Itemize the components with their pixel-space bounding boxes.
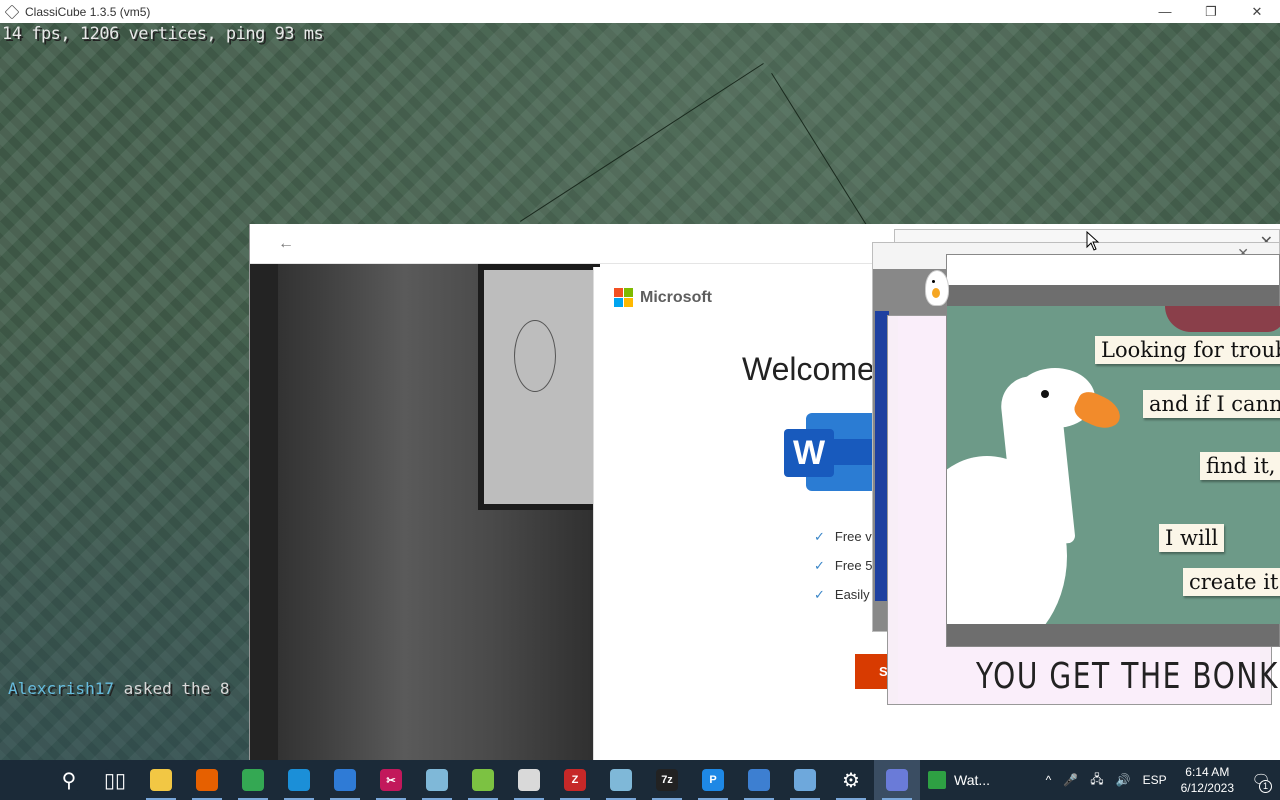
- debug-stats-text: 14 fps, 1206 vertices, ping 93 ms: [2, 24, 324, 44]
- welcome-heading: Welcome: [742, 351, 875, 387]
- 7zip-taskbar-button[interactable]: 7z: [644, 760, 690, 800]
- input-language[interactable]: ESP: [1143, 773, 1167, 787]
- start-button[interactable]: [0, 760, 46, 800]
- firefox-icon: [196, 769, 218, 791]
- microsoft-logo-icon: [614, 288, 634, 308]
- remote-desktop-icon: [748, 769, 770, 791]
- watch-app-icon: [928, 771, 946, 789]
- edge-taskbar-button[interactable]: [276, 760, 322, 800]
- chrome-taskbar-button[interactable]: [230, 760, 276, 800]
- back-arrow-icon[interactable]: ←: [278, 235, 294, 253]
- desktop-goose: [923, 268, 949, 308]
- firefox-taskbar-button[interactable]: [184, 760, 230, 800]
- classicube-icon: [518, 769, 540, 791]
- notepadpp-taskbar-button[interactable]: [460, 760, 506, 800]
- windows-logo-icon: [13, 770, 33, 790]
- pandora-taskbar-button[interactable]: P: [690, 760, 736, 800]
- snipping-tool-icon: ✂: [380, 769, 402, 791]
- classicube-taskbar-button[interactable]: [506, 760, 552, 800]
- chat-line: Alexcrish17 asked the 8: [8, 679, 230, 698]
- snipping-tool-taskbar-button[interactable]: ✂: [368, 760, 414, 800]
- office-hero-photo: [250, 264, 600, 760]
- feature-item: ✓ Free 5: [814, 558, 873, 573]
- chrome-icon: [242, 769, 264, 791]
- close-button[interactable]: ✕: [1234, 0, 1280, 23]
- goose-meme-window[interactable]: Looking for troub and if I canno find it…: [946, 254, 1280, 647]
- microphone-icon[interactable]: 🎤: [1063, 773, 1078, 787]
- clock[interactable]: 6:14 AM 6/12/2023: [1181, 764, 1234, 796]
- window-title: ClassiCube 1.3.5 (vm5): [25, 4, 151, 19]
- task-view-taskbar-button[interactable]: ▯▯: [92, 760, 138, 800]
- meme-note: Looking for troub: [1095, 336, 1280, 364]
- filezilla-taskbar-button[interactable]: Z: [552, 760, 598, 800]
- system-tray: ^ 🎤 🖧 🔊 ESP 6:14 AM 6/12/2023 🗨 1: [1040, 760, 1280, 800]
- window-title-bar: ClassiCube 1.3.5 (vm5) — ❐ ✕: [0, 0, 1280, 23]
- photo-doorframe: [250, 264, 278, 760]
- search-icon: ⚲: [58, 769, 80, 792]
- show-hidden-icons-chevron-icon[interactable]: ^: [1046, 773, 1052, 787]
- goose-meme-image: Looking for troub and if I canno find it…: [947, 306, 1280, 624]
- goose-app-taskbar-button[interactable]: [874, 760, 920, 800]
- settings-taskbar-button[interactable]: ⚙: [828, 760, 874, 800]
- photo-picture-frame: [478, 264, 600, 510]
- notification-count-badge: 1: [1259, 780, 1272, 793]
- file-explorer-icon: [150, 769, 172, 791]
- app-cube-taskbar-button[interactable]: [414, 760, 460, 800]
- window-controls: — ❐ ✕: [1142, 0, 1280, 23]
- bonk-caption: YOU GET THE BONK: [976, 656, 1279, 697]
- meme-note: I will: [1159, 524, 1225, 552]
- check-icon: ✓: [814, 558, 825, 573]
- check-icon: ✓: [814, 529, 825, 544]
- goose-app-icon: [886, 769, 908, 791]
- microsoft-logo: Microsoft: [614, 288, 712, 308]
- word-letter: W: [784, 429, 834, 477]
- settings-icon: ⚙: [840, 769, 862, 792]
- meme-note: and if I canno: [1143, 390, 1280, 418]
- watch-app-label: Wat...: [954, 772, 991, 788]
- notepadpp-icon: [472, 769, 494, 791]
- edge-icon: [288, 769, 310, 791]
- chat-player-name: Alexcrish17: [8, 679, 114, 698]
- meme-note: find it,: [1200, 452, 1280, 480]
- check-icon: ✓: [814, 587, 825, 602]
- feature-item: ✓ Free ve: [814, 529, 879, 544]
- app-window-icon: [794, 769, 816, 791]
- app-glass-taskbar-button[interactable]: [598, 760, 644, 800]
- file-explorer-taskbar-button[interactable]: [138, 760, 184, 800]
- taskbar-app-watch[interactable]: Wat...: [920, 760, 998, 800]
- network-icon[interactable]: 🖧: [1090, 770, 1103, 791]
- mouse-pointer-icon: [1086, 231, 1100, 251]
- clock-date: 6/12/2023: [1180, 781, 1234, 795]
- store-taskbar-button[interactable]: [322, 760, 368, 800]
- search-taskbar-button[interactable]: ⚲: [46, 760, 92, 800]
- volume-icon[interactable]: 🔊: [1116, 773, 1131, 787]
- microsoft-brand-text: Microsoft: [640, 289, 712, 306]
- app-window-taskbar-button[interactable]: [782, 760, 828, 800]
- classicube-app-icon: [4, 4, 20, 19]
- chat-message: asked the 8: [113, 679, 230, 698]
- pandora-icon: P: [702, 769, 724, 791]
- remote-desktop-taskbar-button[interactable]: [736, 760, 782, 800]
- store-icon: [334, 769, 356, 791]
- clock-time: 6:14 AM: [1185, 765, 1230, 779]
- taskbar-pinned-apps: ⚲ ▯▯ ✂ Z 7z P ⚙: [46, 760, 920, 800]
- app-glass-icon: [610, 769, 632, 791]
- app-cube-icon: [426, 769, 448, 791]
- feature-item: ✓ Easily s: [814, 587, 880, 602]
- 7zip-icon: 7z: [656, 769, 678, 791]
- filezilla-icon: Z: [564, 769, 586, 791]
- task-view-icon: ▯▯: [104, 769, 127, 792]
- meme-note: create it.: [1183, 568, 1280, 596]
- word-icon: W: [784, 411, 886, 493]
- minimize-button[interactable]: —: [1142, 0, 1188, 23]
- notification-center-button[interactable]: 🗨 1: [1242, 760, 1280, 800]
- maximize-button[interactable]: ❐: [1188, 0, 1234, 23]
- taskbar: ⚲ ▯▯ ✂ Z 7z P ⚙ Wat... ^ 🎤 🖧 🔊 ESP 6:14 AM 6/1…: [0, 760, 1280, 800]
